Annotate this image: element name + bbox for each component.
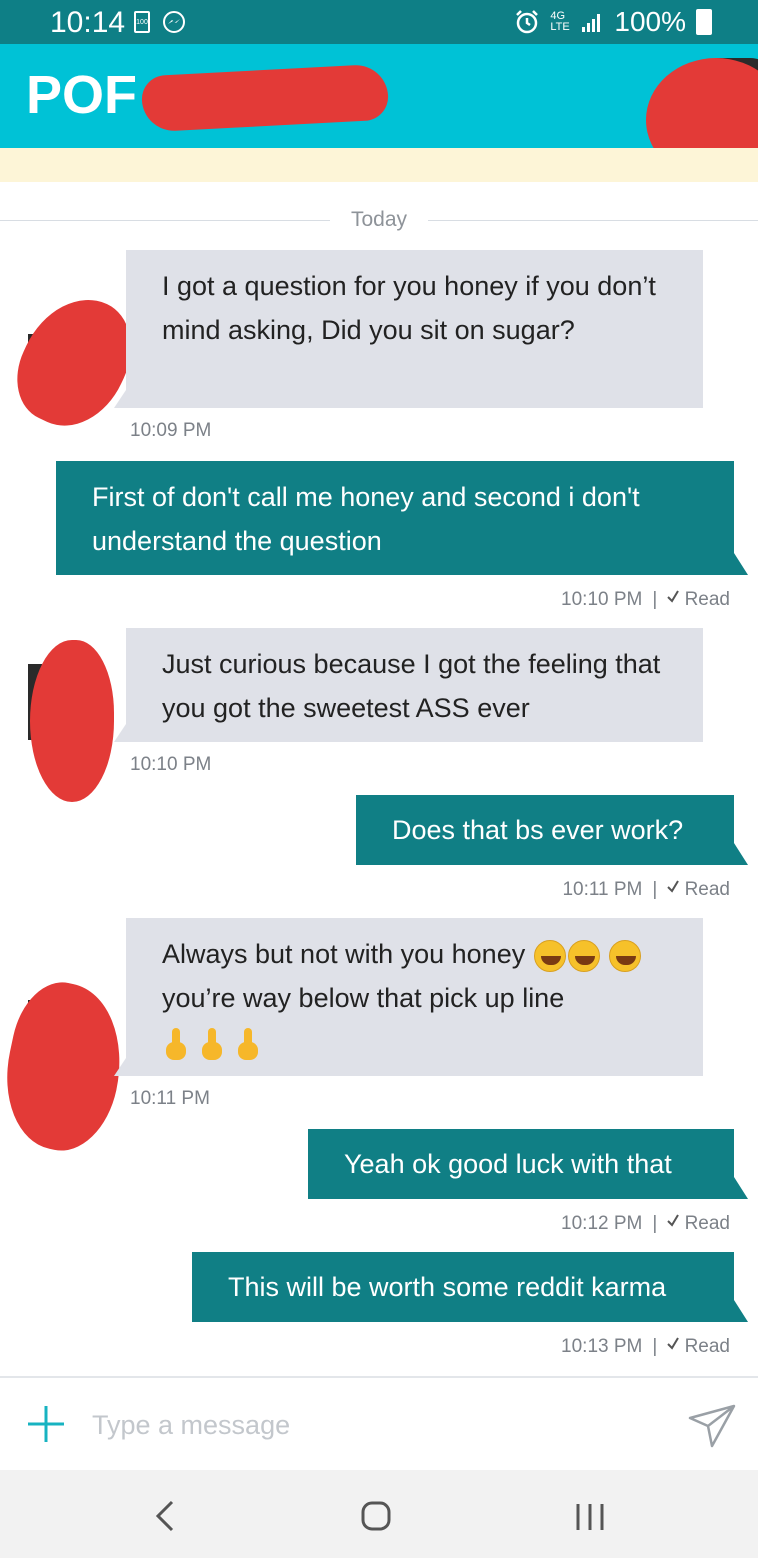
status-bar: 10:14 100 4G LTE 100% [0,0,758,44]
message-timestamp: 10:12 PM [561,1213,643,1234]
message-text: Does that bs ever work? [392,815,684,845]
message-bubble-outgoing[interactable]: First of don't call me honey and second … [56,461,748,575]
message-meta: 10:12 PM | Read [561,1213,730,1234]
app-logo: POF [26,65,138,125]
read-status: Read [684,589,730,610]
date-divider: Today [0,206,758,236]
alarm-icon [516,10,539,34]
middle-finger-emoji-icon [166,1027,186,1060]
message-meta: 10:10 PM | Read [561,589,730,610]
check-icon [667,1214,680,1227]
redacted-username[interactable] [140,63,390,133]
date-label: Today [350,208,408,231]
message-timestamp: 10:11 PM [562,879,643,900]
message-bubble-outgoing[interactable]: Does that bs ever work? [356,795,748,865]
laughing-emoji-icon [609,939,642,972]
message-bubble-incoming[interactable]: Always but not with you honey you’re way… [114,918,703,1076]
message-bubble-outgoing[interactable]: This will be worth some reddit karma [192,1252,748,1322]
message-meta: 10:13 PM | Read [561,1336,730,1357]
profile-banner-strip [0,148,758,182]
laughing-emoji-icon [567,939,600,972]
message-timestamp: 10:10 PM [561,589,643,610]
read-status: Read [684,1213,730,1234]
check-icon [667,1337,680,1350]
message-bubble-outgoing[interactable]: Yeah ok good luck with that [308,1129,748,1199]
message-timestamp: 10:13 PM [561,1336,643,1357]
status-time: 10:14 [50,6,126,39]
plus-icon[interactable] [26,1404,66,1444]
message-composer [0,1376,758,1470]
network-label: 4G LTE [550,10,570,33]
message-text: Just curious because I got the feeling t… [162,649,661,723]
message-text: I got a question for you honey if you do… [162,271,656,345]
message-text: you’re way below that pick up line [162,983,565,1013]
message-timestamp: 10:10 PM [130,754,212,775]
back-icon[interactable] [146,1496,186,1536]
check-icon [667,590,680,603]
message-text: First of don't call me honey and second … [92,482,640,556]
send-icon[interactable] [688,1404,736,1448]
read-status: Read [684,1336,730,1357]
message-meta: 10:11 PM | Read [562,879,730,900]
signal-icon [582,14,601,32]
redacted-sender-avatar[interactable] [30,640,114,802]
message-text: Always but not with you honey [162,939,526,969]
middle-finger-emoji-icon [238,1027,258,1060]
recents-icon[interactable] [570,1496,610,1536]
battery-percent: 100% [614,6,686,37]
laughing-emoji-icon [533,939,566,972]
check-icon [667,880,680,893]
read-status: Read [684,879,730,900]
message-bubble-incoming[interactable]: I got a question for you honey if you do… [114,250,703,408]
home-icon[interactable] [356,1496,396,1536]
message-bubble-incoming[interactable]: Just curious because I got the feeling t… [114,628,703,742]
messenger-icon [163,11,185,33]
conversation-header: POF [0,44,758,182]
message-input[interactable] [92,1400,652,1450]
message-timestamp: 10:11 PM [130,1088,210,1109]
middle-finger-emoji-icon [202,1027,222,1060]
battery-icon [696,9,712,35]
system-nav-bar [0,1470,758,1558]
battery-saver-icon: 100 [134,11,150,33]
message-text: Yeah ok good luck with that [344,1149,672,1179]
message-text: This will be worth some reddit karma [228,1272,667,1302]
message-timestamp: 10:09 PM [130,420,212,441]
